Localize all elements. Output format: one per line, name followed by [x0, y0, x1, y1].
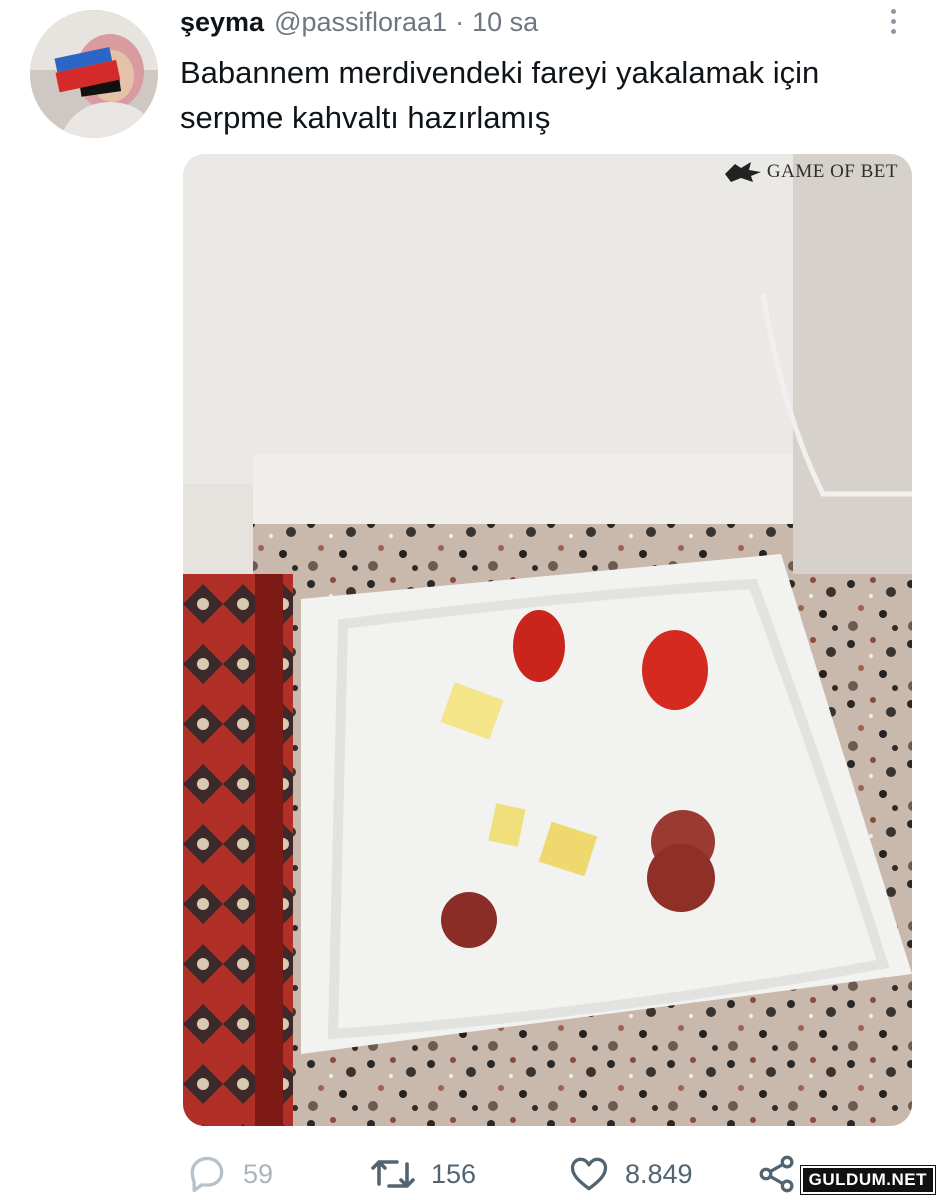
more-dot [890, 28, 896, 34]
more-dot [890, 18, 896, 24]
photo-watermark: GAME OF BET [723, 160, 898, 184]
like-button[interactable]: 8.849 [567, 1148, 693, 1200]
share-button[interactable] [755, 1148, 799, 1200]
separator-dot: · [455, 6, 465, 37]
photo-scene [183, 154, 912, 1126]
retweet-icon [371, 1160, 415, 1188]
retweet-button[interactable]: 156 [369, 1148, 476, 1200]
more-options-button[interactable] [880, 4, 906, 38]
reply-button[interactable]: 59 [185, 1148, 273, 1200]
share-icon [759, 1155, 794, 1193]
tweet-text: Babannem merdivendeki fareyi yakalamak i… [180, 55, 820, 135]
display-name[interactable]: şeyma [180, 7, 264, 38]
site-watermark: GULDUM.NET [799, 1165, 937, 1195]
avatar[interactable] [30, 10, 158, 138]
heart-icon [570, 1157, 608, 1191]
more-dot [890, 8, 896, 14]
like-count: 8.849 [625, 1158, 693, 1189]
avatar-image [30, 10, 158, 138]
tweet-header: şeyma @passifloraa1 · 10 sa [180, 4, 538, 40]
reply-count: 59 [243, 1158, 274, 1189]
tweet-timestamp[interactable]: 10 sa [472, 7, 538, 38]
reply-icon [190, 1156, 224, 1193]
tweet-photo[interactable]: GAME OF BET [183, 154, 912, 1126]
wolf-head-icon [724, 162, 761, 182]
watermark-text: GAME OF BET [766, 161, 898, 182]
user-handle[interactable]: @passifloraa1 [274, 7, 447, 38]
retweet-count: 156 [431, 1158, 477, 1189]
